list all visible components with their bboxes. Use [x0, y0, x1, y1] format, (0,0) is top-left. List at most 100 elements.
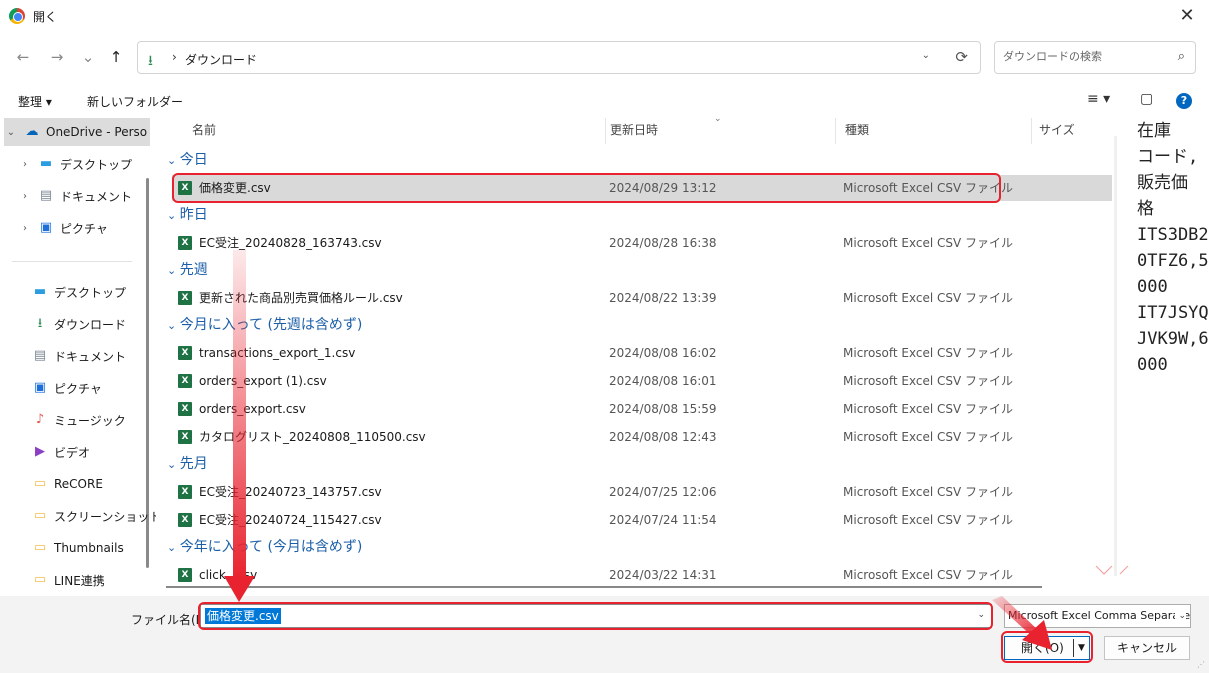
organize-button[interactable]: 整理 ▾: [18, 93, 52, 110]
open-button[interactable]: 開く(O) ▼: [1004, 636, 1090, 660]
open-button-label: 開く(O): [1021, 641, 1064, 655]
sidebar-item-label: デスクトップ: [60, 157, 133, 172]
file-row[interactable]: Xorders_export.csv 2024/08/08 15:59 Micros…: [172, 396, 1112, 422]
chevron-down-icon[interactable]: ⌄: [922, 50, 930, 61]
filetype-select[interactable]: Microsoft Excel Comma Separated ⌄: [1004, 604, 1191, 628]
chevron-down-icon[interactable]: ⌄: [4, 127, 18, 138]
column-header-name[interactable]: 名前: [182, 118, 606, 144]
new-folder-button[interactable]: 新しいフォルダー: [87, 93, 183, 110]
excel-file-icon: X: [178, 346, 192, 360]
file-name: カタログリスト_20240808_110500.csv: [199, 430, 426, 444]
file-row[interactable]: X EC受注_20240724_115427.csv 2024/07/24 11:5…: [172, 507, 1112, 533]
sidebar-item-label: ビデオ: [54, 445, 91, 460]
sidebar-item[interactable]: ▬デスクトップ✦: [32, 278, 156, 306]
chevron-right-icon[interactable]: ›: [18, 191, 32, 202]
sidebar-item[interactable]: › ▣ ピクチャ: [18, 214, 156, 242]
folder-icon: ▭: [33, 572, 47, 587]
group-label: 今月に入って (先週は含めず): [179, 317, 363, 333]
file-name: orders_export (1).csv: [199, 374, 327, 388]
filename-field[interactable]: 価格変更.csv ⌄: [200, 604, 992, 628]
group-label: 昨日: [179, 207, 208, 223]
file-row[interactable]: X 価格変更.csv 2024/08/29 13:12 Microsoft Excel…: [172, 175, 1112, 201]
group-label: 今日: [179, 152, 208, 168]
address-bar[interactable]: ⭳ › ダウンロード ⌄ ⟳: [137, 41, 981, 74]
group-header[interactable]: ⌄ 今年に入って (今月は含めず): [167, 534, 362, 560]
help-button[interactable]: ?: [1176, 93, 1192, 109]
column-header-size[interactable]: サイズ: [1029, 118, 1112, 144]
chevron-down-icon[interactable]: ⌄: [167, 209, 180, 222]
folder-icon: ▭: [33, 508, 47, 523]
chevron-down-icon[interactable]: ⌄: [977, 610, 985, 620]
sidebar-item[interactable]: ♪ミュージック✦: [32, 406, 156, 434]
breadcrumb[interactable]: ダウンロード: [185, 51, 257, 68]
sidebar-item-label: LINE連携: [54, 573, 105, 588]
desktop-icon: ▬: [39, 156, 53, 171]
horizontal-scrollbar[interactable]: [166, 586, 1042, 588]
recent-locations-button[interactable]: ⌄: [78, 47, 98, 67]
search-input[interactable]: [1003, 50, 1163, 63]
sidebar-item[interactable]: ⌄ ☁ OneDrive - Perso: [4, 118, 150, 146]
file-row[interactable]: Xclick...csv 2024/03/22 14:31 Microsoft Ex…: [172, 562, 1112, 588]
file-row[interactable]: Xtransactions_export_1.csv 2024/08/08 16:…: [172, 340, 1112, 366]
file-row[interactable]: X EC受注_20240723_143757.csv 2024/07/25 12:0…: [172, 479, 1112, 505]
sidebar-item[interactable]: ▣ピクチャ✦: [32, 374, 156, 402]
chevron-down-icon[interactable]: ⌄: [1175, 605, 1186, 627]
search-icon[interactable]: ⌕: [1178, 49, 1185, 64]
sidebar-item[interactable]: ▭ Thumbnails: [32, 534, 156, 562]
resize-grip-icon[interactable]: ⋰: [1197, 660, 1205, 669]
file-row[interactable]: X 更新された商品別売買価格ルール.csv 2024/08/22 13:39 Micr…: [172, 285, 1112, 311]
file-date: 2024/07/24 11:54: [609, 513, 717, 527]
sort-indicator-icon: ⌄: [714, 118, 722, 124]
file-type: Microsoft Excel CSV ファイル: [843, 346, 1014, 360]
file-date: 2024/08/08 15:59: [609, 402, 717, 416]
folder-icon: ▭: [33, 476, 47, 491]
refresh-button[interactable]: ⟳: [955, 48, 968, 66]
sidebar-item[interactable]: ⭳ダウンロード✦: [32, 310, 156, 338]
file-row[interactable]: Xorders_export (1).csv 2024/08/08 16:01 Mi…: [172, 368, 1112, 394]
sidebar-item[interactable]: › ▬ デスクトップ: [18, 150, 156, 178]
chevron-down-icon[interactable]: ⌄: [167, 541, 180, 554]
sidebar-item[interactable]: ▭ スクリーンショット: [32, 502, 156, 530]
file-row[interactable]: X EC受注_20240828_163743.csv 2024/08/28 16:3…: [172, 230, 1112, 256]
forward-button[interactable]: →: [47, 47, 67, 67]
up-button[interactable]: ↑: [106, 47, 126, 67]
file-type: Microsoft Excel CSV ファイル: [843, 513, 1014, 527]
excel-file-icon: X: [178, 402, 192, 416]
file-list-scrollbar[interactable]: [1114, 136, 1117, 576]
column-header-type[interactable]: 種類: [835, 118, 1032, 144]
excel-file-icon: X: [178, 568, 192, 582]
group-header[interactable]: ⌄ 昨日: [167, 202, 208, 228]
filename-value[interactable]: 価格変更.csv: [205, 608, 281, 624]
chevron-right-icon[interactable]: ›: [18, 159, 32, 170]
file-date: 2024/08/08 16:02: [609, 346, 717, 360]
group-header[interactable]: ⌄ 今月に入って (先週は含めず): [167, 312, 362, 338]
group-label: 先月: [179, 456, 208, 472]
file-row[interactable]: X カタログリスト_20240808_110500.csv 2024/08/08 1…: [172, 424, 1112, 450]
chevron-down-icon[interactable]: ⌄: [167, 458, 180, 471]
preview-pane-button[interactable]: ▢: [1140, 91, 1153, 107]
group-header[interactable]: ⌄ 先月: [167, 451, 208, 477]
sidebar-item-label: デスクトップ: [54, 285, 127, 300]
chevron-down-icon[interactable]: ⌄: [167, 154, 180, 167]
document-icon: ▤: [39, 188, 53, 203]
chevron-down-icon[interactable]: ⌄: [167, 264, 180, 277]
chevron-right-icon[interactable]: ›: [18, 223, 32, 234]
navigation-bar: ← → ⌄ ↑ ⭳ › ダウンロード ⌄ ⟳ ⌕: [0, 32, 1209, 82]
sidebar-item[interactable]: ▭ LINE連携: [32, 566, 156, 594]
file-type: Microsoft Excel CSV ファイル: [843, 485, 1014, 499]
file-name: EC受注_20240723_143757.csv: [199, 485, 382, 499]
group-header[interactable]: ⌄ 先週: [167, 257, 208, 283]
back-button[interactable]: ←: [13, 47, 33, 67]
sidebar-item[interactable]: ▭ ReCORE: [32, 470, 156, 498]
cancel-button[interactable]: キャンセル: [1104, 636, 1190, 660]
close-button[interactable]: ✕: [1177, 6, 1197, 26]
open-dropdown-icon[interactable]: ▼: [1078, 637, 1085, 659]
sidebar-item[interactable]: ▤ドキュメント✦: [32, 342, 156, 370]
file-type: Microsoft Excel CSV ファイル: [843, 568, 1014, 582]
chevron-down-icon[interactable]: ⌄: [167, 319, 180, 332]
group-header[interactable]: ⌄ 今日: [167, 147, 208, 173]
search-box[interactable]: ⌕: [994, 41, 1196, 74]
view-menu-button[interactable]: ≡ ▾: [1087, 91, 1110, 107]
sidebar-item[interactable]: › ▤ ドキュメント: [18, 182, 156, 210]
sidebar-item[interactable]: ▶ビデオ✦: [32, 438, 156, 466]
